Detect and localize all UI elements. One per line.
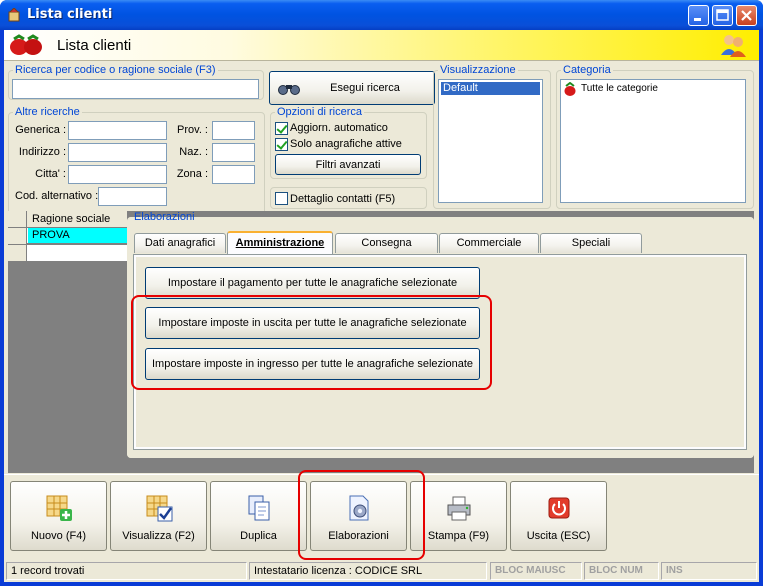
search-button[interactable]: Esegui ricerca bbox=[269, 71, 435, 105]
naz-field[interactable] bbox=[212, 143, 255, 162]
binoculars-icon bbox=[278, 85, 300, 95]
users-icon bbox=[721, 35, 746, 57]
minimize-icon bbox=[694, 18, 701, 21]
advanced-filters-button[interactable]: Filtri avanzati bbox=[275, 154, 421, 175]
category-list[interactable]: Tutte le categorie bbox=[560, 79, 746, 203]
only-active-label: Solo anagrafiche attive bbox=[290, 138, 402, 150]
tab-commerciale[interactable]: Commerciale bbox=[439, 233, 539, 253]
generica-field[interactable] bbox=[68, 121, 167, 140]
options-legend: Opzioni di ricerca bbox=[277, 106, 362, 118]
duplicate-button-label: Duplica bbox=[240, 530, 277, 542]
client-area: Lista clienti Ricerca per codice o ragio… bbox=[4, 30, 759, 582]
page-title: Lista clienti bbox=[57, 37, 132, 54]
row-header bbox=[8, 228, 27, 244]
naz-label: Naz. : bbox=[179, 146, 208, 158]
new-button[interactable]: Nuovo (F4) bbox=[10, 481, 107, 551]
grid-check-icon bbox=[146, 495, 173, 522]
status-ins: INS bbox=[661, 562, 757, 580]
maximize-icon bbox=[716, 9, 729, 21]
grid-add-icon bbox=[46, 495, 72, 521]
indirizzo-label: Indirizzo : bbox=[18, 146, 66, 158]
category-item-all[interactable]: Tutte le categorie bbox=[581, 83, 658, 94]
view-button-label: Visualizza (F2) bbox=[122, 530, 195, 542]
tab-strip: Dati anagrafici Amministrazione Consegna… bbox=[134, 231, 746, 255]
search-group-legend: Ricerca per codice o ragione sociale (F3… bbox=[15, 64, 216, 76]
app-icon bbox=[8, 8, 20, 22]
zona-label: Zona : bbox=[176, 168, 208, 180]
cod-alt-field[interactable] bbox=[98, 187, 167, 206]
duplicate-button[interactable]: Duplica bbox=[210, 481, 307, 551]
search-input[interactable] bbox=[12, 79, 259, 99]
contact-detail-checkbox[interactable] bbox=[275, 192, 288, 205]
auto-update-label: Aggiorn. automatico bbox=[290, 122, 388, 134]
prov-field[interactable] bbox=[212, 121, 255, 140]
grid-column-ragione[interactable]: Ragione sociale bbox=[32, 213, 110, 225]
strawberry-icon bbox=[564, 82, 576, 96]
auto-update-checkbox[interactable] bbox=[275, 122, 288, 135]
row-cell-prova: PROVA bbox=[32, 229, 70, 241]
print-button-label: Stampa (F9) bbox=[427, 530, 490, 542]
search-button-label: Esegui ricerca bbox=[330, 82, 400, 94]
grid-corner bbox=[8, 211, 27, 228]
title-bar[interactable]: Lista clienti bbox=[0, 0, 763, 30]
category-legend: Categoria bbox=[563, 64, 611, 76]
processing-legend: Elaborazioni bbox=[134, 211, 195, 223]
tab-amministrazione[interactable]: Amministrazione bbox=[227, 231, 333, 254]
tab-speciali[interactable]: Speciali bbox=[540, 233, 642, 253]
grid-header: Ragione sociale bbox=[8, 211, 127, 228]
view-legend: Visualizzazione bbox=[440, 64, 516, 76]
printer-icon bbox=[447, 496, 471, 521]
highlight-tax-buttons bbox=[131, 295, 492, 390]
view-item-default[interactable]: Default bbox=[441, 82, 540, 95]
only-active-checkbox[interactable] bbox=[275, 138, 288, 151]
row-header bbox=[8, 245, 27, 261]
tab-dati-anagrafici[interactable]: Dati anagrafici bbox=[134, 233, 226, 253]
tab-consegna[interactable]: Consegna bbox=[335, 233, 438, 253]
generica-label: Generica : bbox=[15, 124, 66, 136]
contact-detail-label: Dettaglio contatti (F5) bbox=[290, 193, 396, 205]
zona-field[interactable] bbox=[212, 165, 255, 184]
prov-label: Prov. : bbox=[177, 124, 208, 136]
duplicate-icon bbox=[248, 495, 270, 521]
exit-icon bbox=[548, 497, 570, 519]
other-search-legend: Altre ricerche bbox=[15, 106, 80, 118]
citta-field[interactable] bbox=[68, 165, 167, 184]
window: Lista clienti Lista clienti Ricerca per … bbox=[0, 0, 763, 586]
results-grid[interactable]: Ragione sociale PROVA bbox=[8, 211, 127, 473]
header-banner: Lista clienti bbox=[4, 30, 759, 61]
highlight-process-button bbox=[298, 470, 425, 560]
indirizzo-field[interactable] bbox=[68, 143, 167, 162]
view-button[interactable]: Visualizza (F2) bbox=[110, 481, 207, 551]
new-button-label: Nuovo (F4) bbox=[30, 530, 87, 542]
status-num: BLOC NUM bbox=[584, 562, 659, 580]
minimize-button[interactable] bbox=[688, 5, 709, 26]
exit-button[interactable]: Uscita (ESC) bbox=[510, 481, 607, 551]
citta-label: Citta' : bbox=[35, 168, 66, 180]
status-bar: 1 record trovati Intestatario licenza : … bbox=[4, 560, 759, 582]
status-license: Intestatario licenza : CODICE SRL bbox=[249, 562, 487, 580]
strawberries-icon bbox=[10, 34, 42, 55]
window-title: Lista clienti bbox=[27, 7, 113, 22]
maximize-button[interactable] bbox=[712, 5, 733, 26]
table-row[interactable]: PROVA bbox=[8, 228, 127, 244]
table-row[interactable] bbox=[8, 245, 127, 261]
close-icon bbox=[741, 10, 752, 21]
view-list[interactable]: Default bbox=[438, 79, 543, 203]
exit-button-label: Uscita (ESC) bbox=[526, 530, 591, 542]
status-records: 1 record trovati bbox=[6, 562, 247, 580]
cod-alt-label: Cod. alternativo : bbox=[15, 190, 99, 202]
close-button[interactable] bbox=[736, 5, 757, 26]
status-caps: BLOC MAIUSC bbox=[490, 562, 582, 580]
